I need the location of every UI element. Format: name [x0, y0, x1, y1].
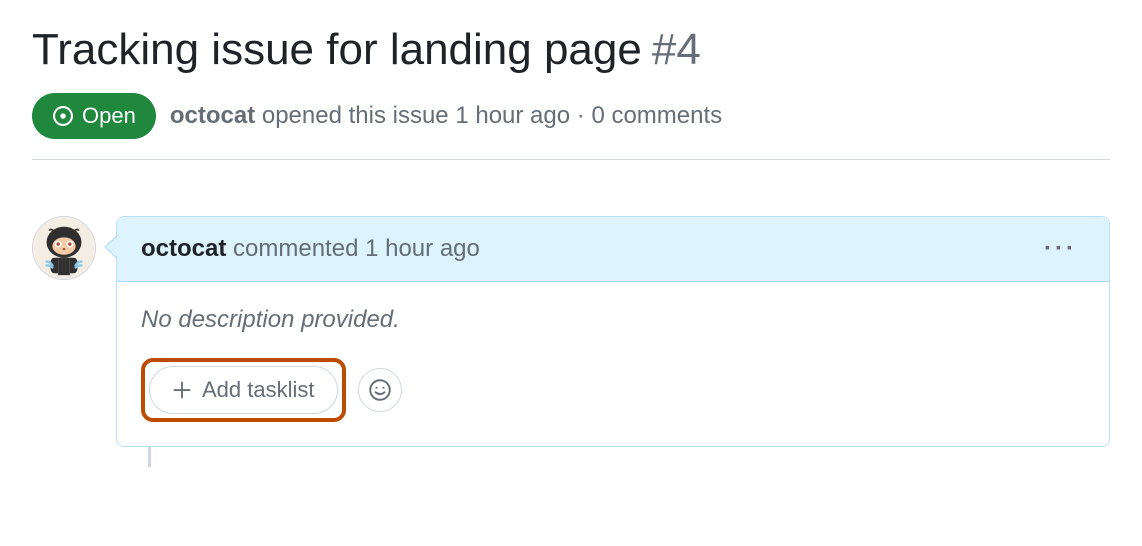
comment-action: commented [233, 235, 358, 262]
issue-opened-text: opened this issue [262, 102, 449, 129]
state-badge-open: Open [32, 93, 156, 139]
comment-caret [104, 235, 117, 259]
comment-time-ago[interactable]: 1 hour ago [365, 235, 480, 262]
comment-action-row: Add tasklist [141, 358, 1085, 422]
issue-number: #4 [652, 25, 701, 75]
issue-open-icon [52, 105, 74, 127]
issue-comments-count: 0 comments [591, 102, 722, 129]
add-reaction-button[interactable] [358, 368, 402, 412]
no-description-text: No description provided. [141, 306, 1085, 334]
issue-title: Tracking issue for landing page [32, 24, 642, 77]
octocat-avatar-icon [33, 216, 95, 280]
highlight-annotation: Add tasklist [141, 358, 346, 422]
issue-header: Tracking issue for landing page #4 Open … [32, 24, 1110, 139]
meta-separator: · [577, 102, 585, 129]
comment-header-text: octocat commented 1 hour ago [141, 235, 480, 263]
timeline: octocat commented 1 hour ago ··· No desc… [32, 216, 1110, 447]
issue-meta-text: octocat opened this issue 1 hour ago · 0… [170, 102, 722, 130]
add-tasklist-button[interactable]: Add tasklist [149, 366, 338, 414]
avatar[interactable] [32, 216, 96, 280]
comment-menu-button[interactable]: ··· [1036, 231, 1085, 267]
state-badge-label: Open [82, 103, 136, 129]
comment-body: No description provided. Add tasklist [117, 282, 1109, 446]
comment-author-link[interactable]: octocat [141, 235, 226, 262]
issue-time-ago: 1 hour ago [455, 102, 570, 129]
plus-icon [172, 380, 192, 400]
timeline-connector [148, 447, 151, 467]
issue-title-row: Tracking issue for landing page #4 [32, 24, 1110, 77]
issue-meta-row: Open octocat opened this issue 1 hour ag… [32, 93, 1110, 139]
comment-box: octocat commented 1 hour ago ··· No desc… [116, 216, 1110, 447]
issue-author-link[interactable]: octocat [170, 102, 255, 129]
smiley-icon [368, 378, 392, 402]
header-divider [32, 159, 1110, 160]
add-tasklist-label: Add tasklist [202, 377, 315, 403]
comment-header: octocat commented 1 hour ago ··· [117, 217, 1109, 282]
